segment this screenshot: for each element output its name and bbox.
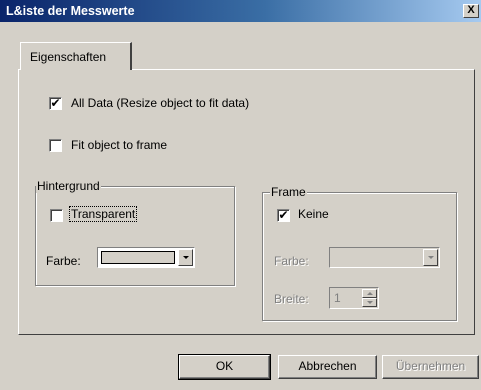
- tab-eigenschaften[interactable]: Eigenschaften: [20, 42, 132, 70]
- cancel-button-label: Abbrechen: [298, 359, 357, 373]
- spin-up-icon[interactable]: [362, 289, 377, 298]
- transparent-checkbox[interactable]: [50, 209, 63, 222]
- title-bar[interactable]: L&iste der Messwerte X: [0, 0, 481, 22]
- close-button[interactable]: X: [463, 4, 479, 18]
- breite-label: Breite:: [274, 292, 309, 306]
- window-title: L&iste der Messwerte: [6, 4, 135, 18]
- all-data-label: All Data (Resize object to fit data): [71, 96, 250, 110]
- chevron-down-icon[interactable]: [178, 249, 193, 266]
- hintergrund-farbe-label: Farbe:: [46, 254, 81, 268]
- tab-eigenschaften-label: Eigenschaften: [30, 50, 107, 64]
- checkmark-icon: ✔: [278, 208, 289, 222]
- transparent-label: Transparent: [68, 206, 138, 222]
- keine-checkbox[interactable]: ✔: [277, 209, 290, 222]
- chevron-down-icon[interactable]: [423, 249, 438, 266]
- keine-label: Keine: [298, 207, 329, 221]
- all-data-checkbox[interactable]: ✔: [49, 97, 62, 110]
- ok-button-label: OK: [215, 359, 234, 373]
- ok-button[interactable]: OK: [178, 354, 271, 380]
- breite-spinner[interactable]: 1: [329, 287, 379, 309]
- hintergrund-color-dropdown[interactable]: [97, 247, 195, 268]
- cancel-button[interactable]: Abbrechen: [278, 355, 377, 379]
- fit-object-label: Fit object to frame: [71, 138, 168, 152]
- dialog-window: L&iste der Messwerte X Eigenschaften ✔ A…: [0, 0, 481, 390]
- spin-down-icon[interactable]: [362, 298, 377, 307]
- hintergrund-group: [35, 186, 235, 286]
- hintergrund-group-title: Hintergrund: [36, 179, 101, 193]
- close-icon: X: [467, 4, 475, 16]
- apply-button[interactable]: Übernehmen: [382, 355, 479, 379]
- frame-color-dropdown[interactable]: [329, 247, 440, 268]
- fit-object-checkbox[interactable]: [49, 139, 62, 152]
- color-swatch: [101, 251, 175, 264]
- checkmark-icon: ✔: [50, 96, 61, 110]
- breite-value: 1: [334, 291, 341, 305]
- frame-farbe-label: Farbe:: [274, 254, 309, 268]
- frame-group-title: Frame: [270, 185, 307, 199]
- apply-button-label: Übernehmen: [395, 359, 466, 373]
